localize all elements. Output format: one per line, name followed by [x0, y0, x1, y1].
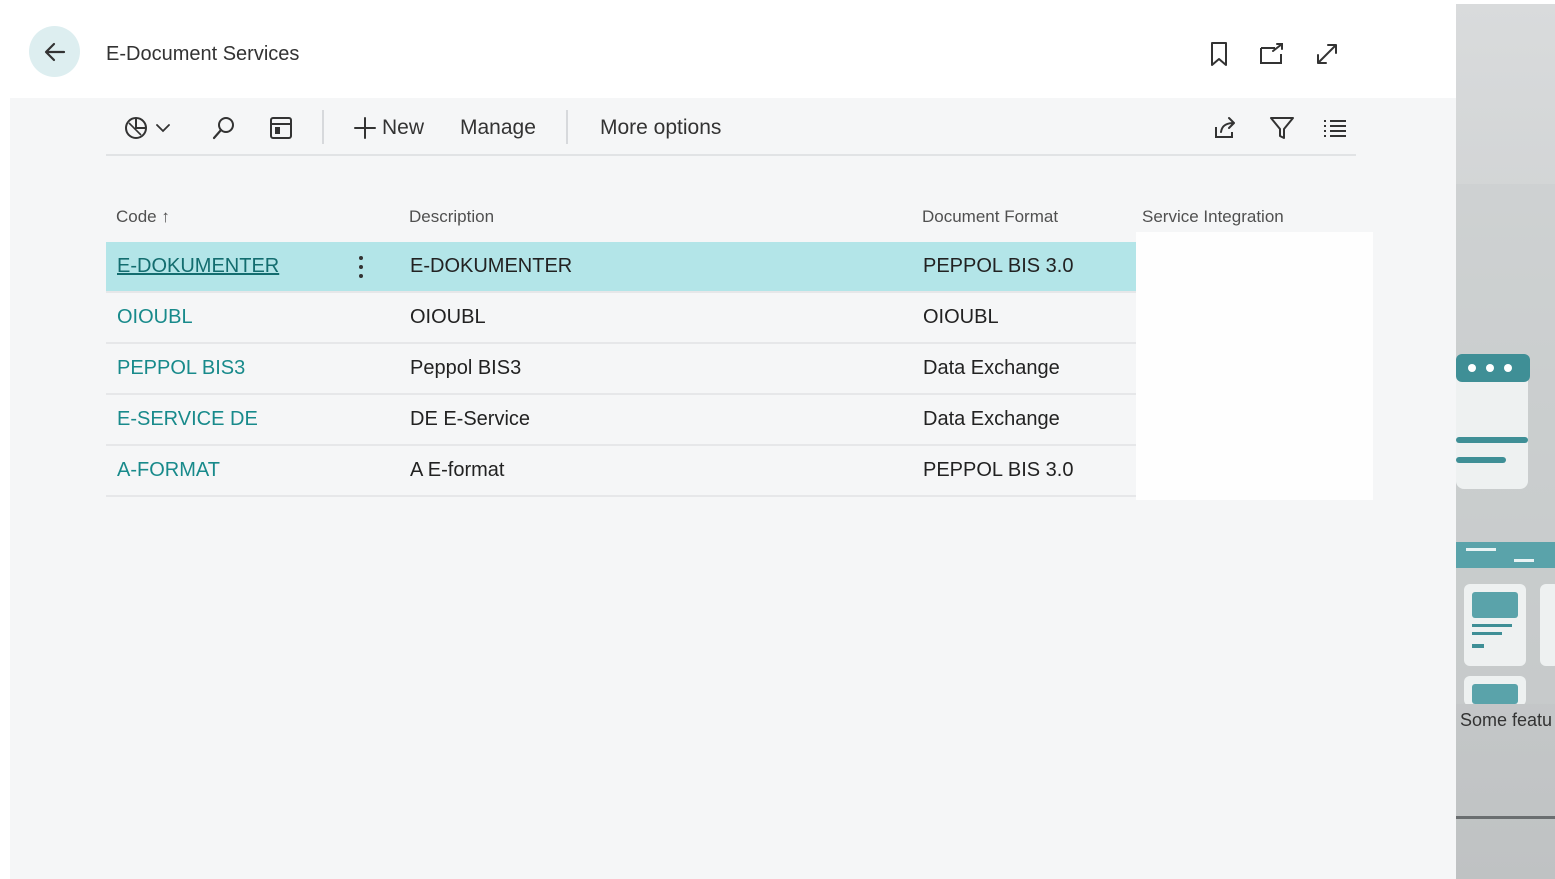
row-document-format: PEPPOL BIS 3.0 [923, 459, 1074, 481]
analyze-icon [125, 117, 170, 139]
analyze-dropdown-button[interactable] [124, 110, 176, 146]
toolbar-divider [566, 110, 568, 144]
column-header-document-format[interactable]: Document Format [922, 207, 1058, 227]
search-button[interactable] [210, 110, 240, 146]
row-code-link[interactable]: E-SERVICE DE [117, 408, 258, 431]
row-description: A E-format [410, 459, 505, 481]
bookmark-button[interactable] [1203, 38, 1235, 70]
back-button[interactable] [29, 26, 80, 77]
side-panel: Some featu [1456, 4, 1555, 879]
row-document-format: OIOUBL [923, 306, 999, 328]
row-document-format: PEPPOL BIS 3.0 [923, 255, 1074, 277]
bookmark-icon [1211, 42, 1227, 66]
more-options-label: More options [600, 116, 722, 139]
search-icon [212, 117, 234, 140]
side-panel-note: Some featu [1460, 710, 1553, 730]
row-code-link[interactable]: PEPPOL BIS3 [117, 357, 245, 380]
edit-list-button[interactable] [268, 110, 298, 146]
new-button[interactable]: New [352, 110, 424, 146]
row-description: DE E-Service [410, 408, 531, 430]
expand-button[interactable] [1311, 38, 1343, 70]
list-page: E-Document Services New Manage More opti… [10, 0, 1456, 879]
row-document-format: Data Exchange [923, 408, 1060, 430]
row-description: OIOUBL [410, 306, 486, 328]
feature-illustration [1456, 184, 1555, 704]
open-in-new-window-button[interactable] [1256, 38, 1288, 70]
new-button-label: New [382, 116, 425, 139]
share-icon [1215, 117, 1235, 138]
filter-icon [1270, 117, 1294, 139]
plus-icon [354, 117, 376, 139]
filter-button[interactable] [1268, 110, 1298, 146]
row-code-link[interactable]: OIOUBL [117, 306, 193, 329]
share-button[interactable] [1212, 110, 1242, 146]
row-description: E-DOKUMENTER [410, 255, 573, 277]
expand-icon [1317, 44, 1337, 64]
page-title: E-Document Services [106, 43, 300, 65]
row-document-format: Data Exchange [923, 357, 1060, 379]
arrow-left-icon [44, 42, 65, 61]
row-code-link[interactable]: E-DOKUMENTER [117, 255, 279, 278]
manage-button-label: Manage [460, 116, 536, 139]
list-view-button[interactable] [1322, 110, 1352, 146]
list-icon [1324, 120, 1346, 137]
side-panel-divider [1456, 816, 1555, 819]
page-header: E-Document Services [10, 0, 1456, 98]
row-description: Peppol BIS3 [410, 357, 522, 379]
redacted-service-integration-column [1136, 232, 1373, 500]
sort-ascending-icon: ↑ [161, 207, 170, 226]
manage-button[interactable]: Manage [460, 110, 536, 146]
more-options-button[interactable]: More options [600, 110, 721, 146]
row-code-link[interactable]: A-FORMAT [117, 459, 220, 482]
app-canvas: E-Document Services New Manage More opti… [0, 0, 1555, 879]
open-in-new-window-icon [1260, 43, 1283, 64]
row-actions-button[interactable] [354, 253, 368, 281]
toolbar-divider [322, 110, 324, 144]
column-header-service-integration[interactable]: Service Integration [1142, 207, 1284, 227]
edit-list-icon [270, 117, 292, 139]
column-header-code[interactable]: Code ↑ [116, 207, 170, 227]
column-header-code-label: Code [116, 207, 157, 226]
action-bar: New Manage More options [106, 100, 1356, 156]
column-header-description[interactable]: Description [409, 207, 494, 227]
